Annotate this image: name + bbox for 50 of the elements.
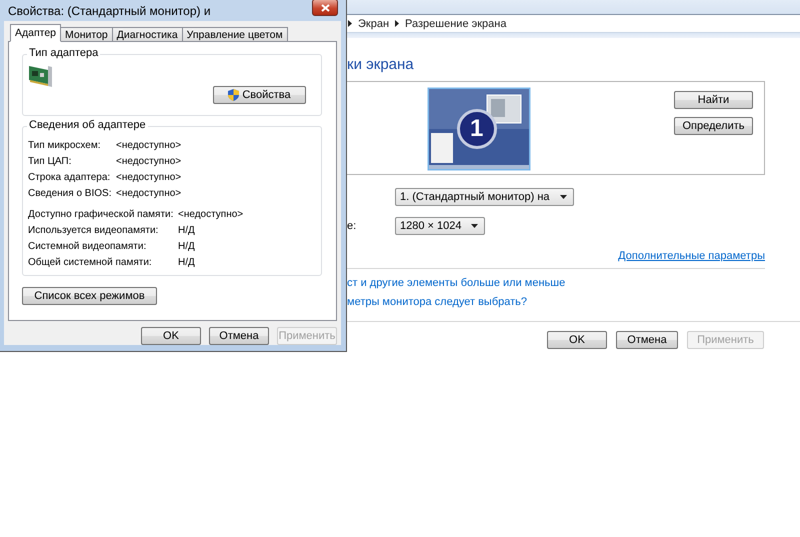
- info-label: Доступно графической памяти:: [28, 208, 174, 220]
- cancel-button[interactable]: Отмена: [616, 331, 678, 349]
- breadcrumb-item[interactable]: Экран: [358, 18, 390, 30]
- monitor-drawing[interactable]: [427, 87, 531, 171]
- info-value: <недоступно>: [178, 208, 244, 220]
- info-value: <недоступно>: [116, 172, 182, 182]
- group-title: Сведения об адаптере: [27, 119, 148, 131]
- info-value: Н/Д: [178, 256, 195, 268]
- tab[interactable]: Адаптер: [10, 24, 62, 42]
- info-label: Тип ЦАП:: [28, 156, 72, 166]
- help-link[interactable]: метры монитора следует выбрать?: [347, 296, 528, 308]
- field-label: е:: [347, 220, 358, 232]
- info-value: Н/Д: [178, 224, 195, 236]
- info-label: Системной видеопамяти:: [28, 240, 148, 252]
- close-icon: [320, 4, 330, 12]
- chevron-icon: [395, 20, 400, 27]
- info-label: Общей системной памяти:: [28, 256, 153, 268]
- info-label: Используется видеопамяти:: [28, 224, 160, 236]
- tab[interactable]: Управление цветом: [182, 27, 288, 42]
- info-value: <недоступно>: [116, 188, 182, 198]
- resolution-dropdown[interactable]: 1280 × 1024: [395, 217, 486, 235]
- group-title: Тип адаптера: [27, 47, 100, 59]
- info-value: Н/Д: [178, 240, 195, 252]
- display-dropdown[interactable]: 1. (Стандартный монитор) на: [395, 188, 574, 206]
- list-modes-button[interactable]: Список всех режимов: [22, 287, 157, 305]
- help-link[interactable]: ст и другие элементы больше или меньше: [347, 277, 566, 289]
- window-title: Свойства: (Стандартный монитор) и: [8, 4, 211, 18]
- caret-icon: [471, 224, 478, 228]
- tab[interactable]: Диагностика: [112, 27, 183, 42]
- info-value: <недоступно>: [116, 140, 182, 150]
- address-bar[interactable]: Экран Разрешение экрана: [347, 14, 800, 33]
- info-value: <недоступно>: [116, 156, 182, 166]
- caret-icon: [560, 195, 567, 199]
- close-button[interactable]: [312, 0, 338, 16]
- monitor-number: 1: [470, 117, 484, 141]
- properties-button[interactable]: Свойства: [213, 86, 306, 104]
- info-label: Тип микросхем:: [28, 140, 102, 150]
- breadcrumb-item[interactable]: Разрешение экрана: [405, 18, 506, 30]
- chevron-icon: [348, 20, 352, 27]
- info-label: Сведения о BIOS:: [28, 188, 112, 198]
- advanced-settings-link[interactable]: Дополнительные параметры: [618, 250, 765, 262]
- info-label: Строка адаптера:: [28, 172, 112, 182]
- tab[interactable]: Монитор: [60, 27, 113, 42]
- ok-button[interactable]: OK: [547, 331, 607, 349]
- ok-button[interactable]: OK: [141, 327, 201, 345]
- detect-button[interactable]: Найти: [674, 91, 753, 109]
- identify-button[interactable]: Определить: [674, 117, 753, 135]
- page-heading: ки экрана: [347, 56, 415, 75]
- cancel-button[interactable]: Отмена: [209, 327, 269, 345]
- shield-icon: [228, 89, 240, 101]
